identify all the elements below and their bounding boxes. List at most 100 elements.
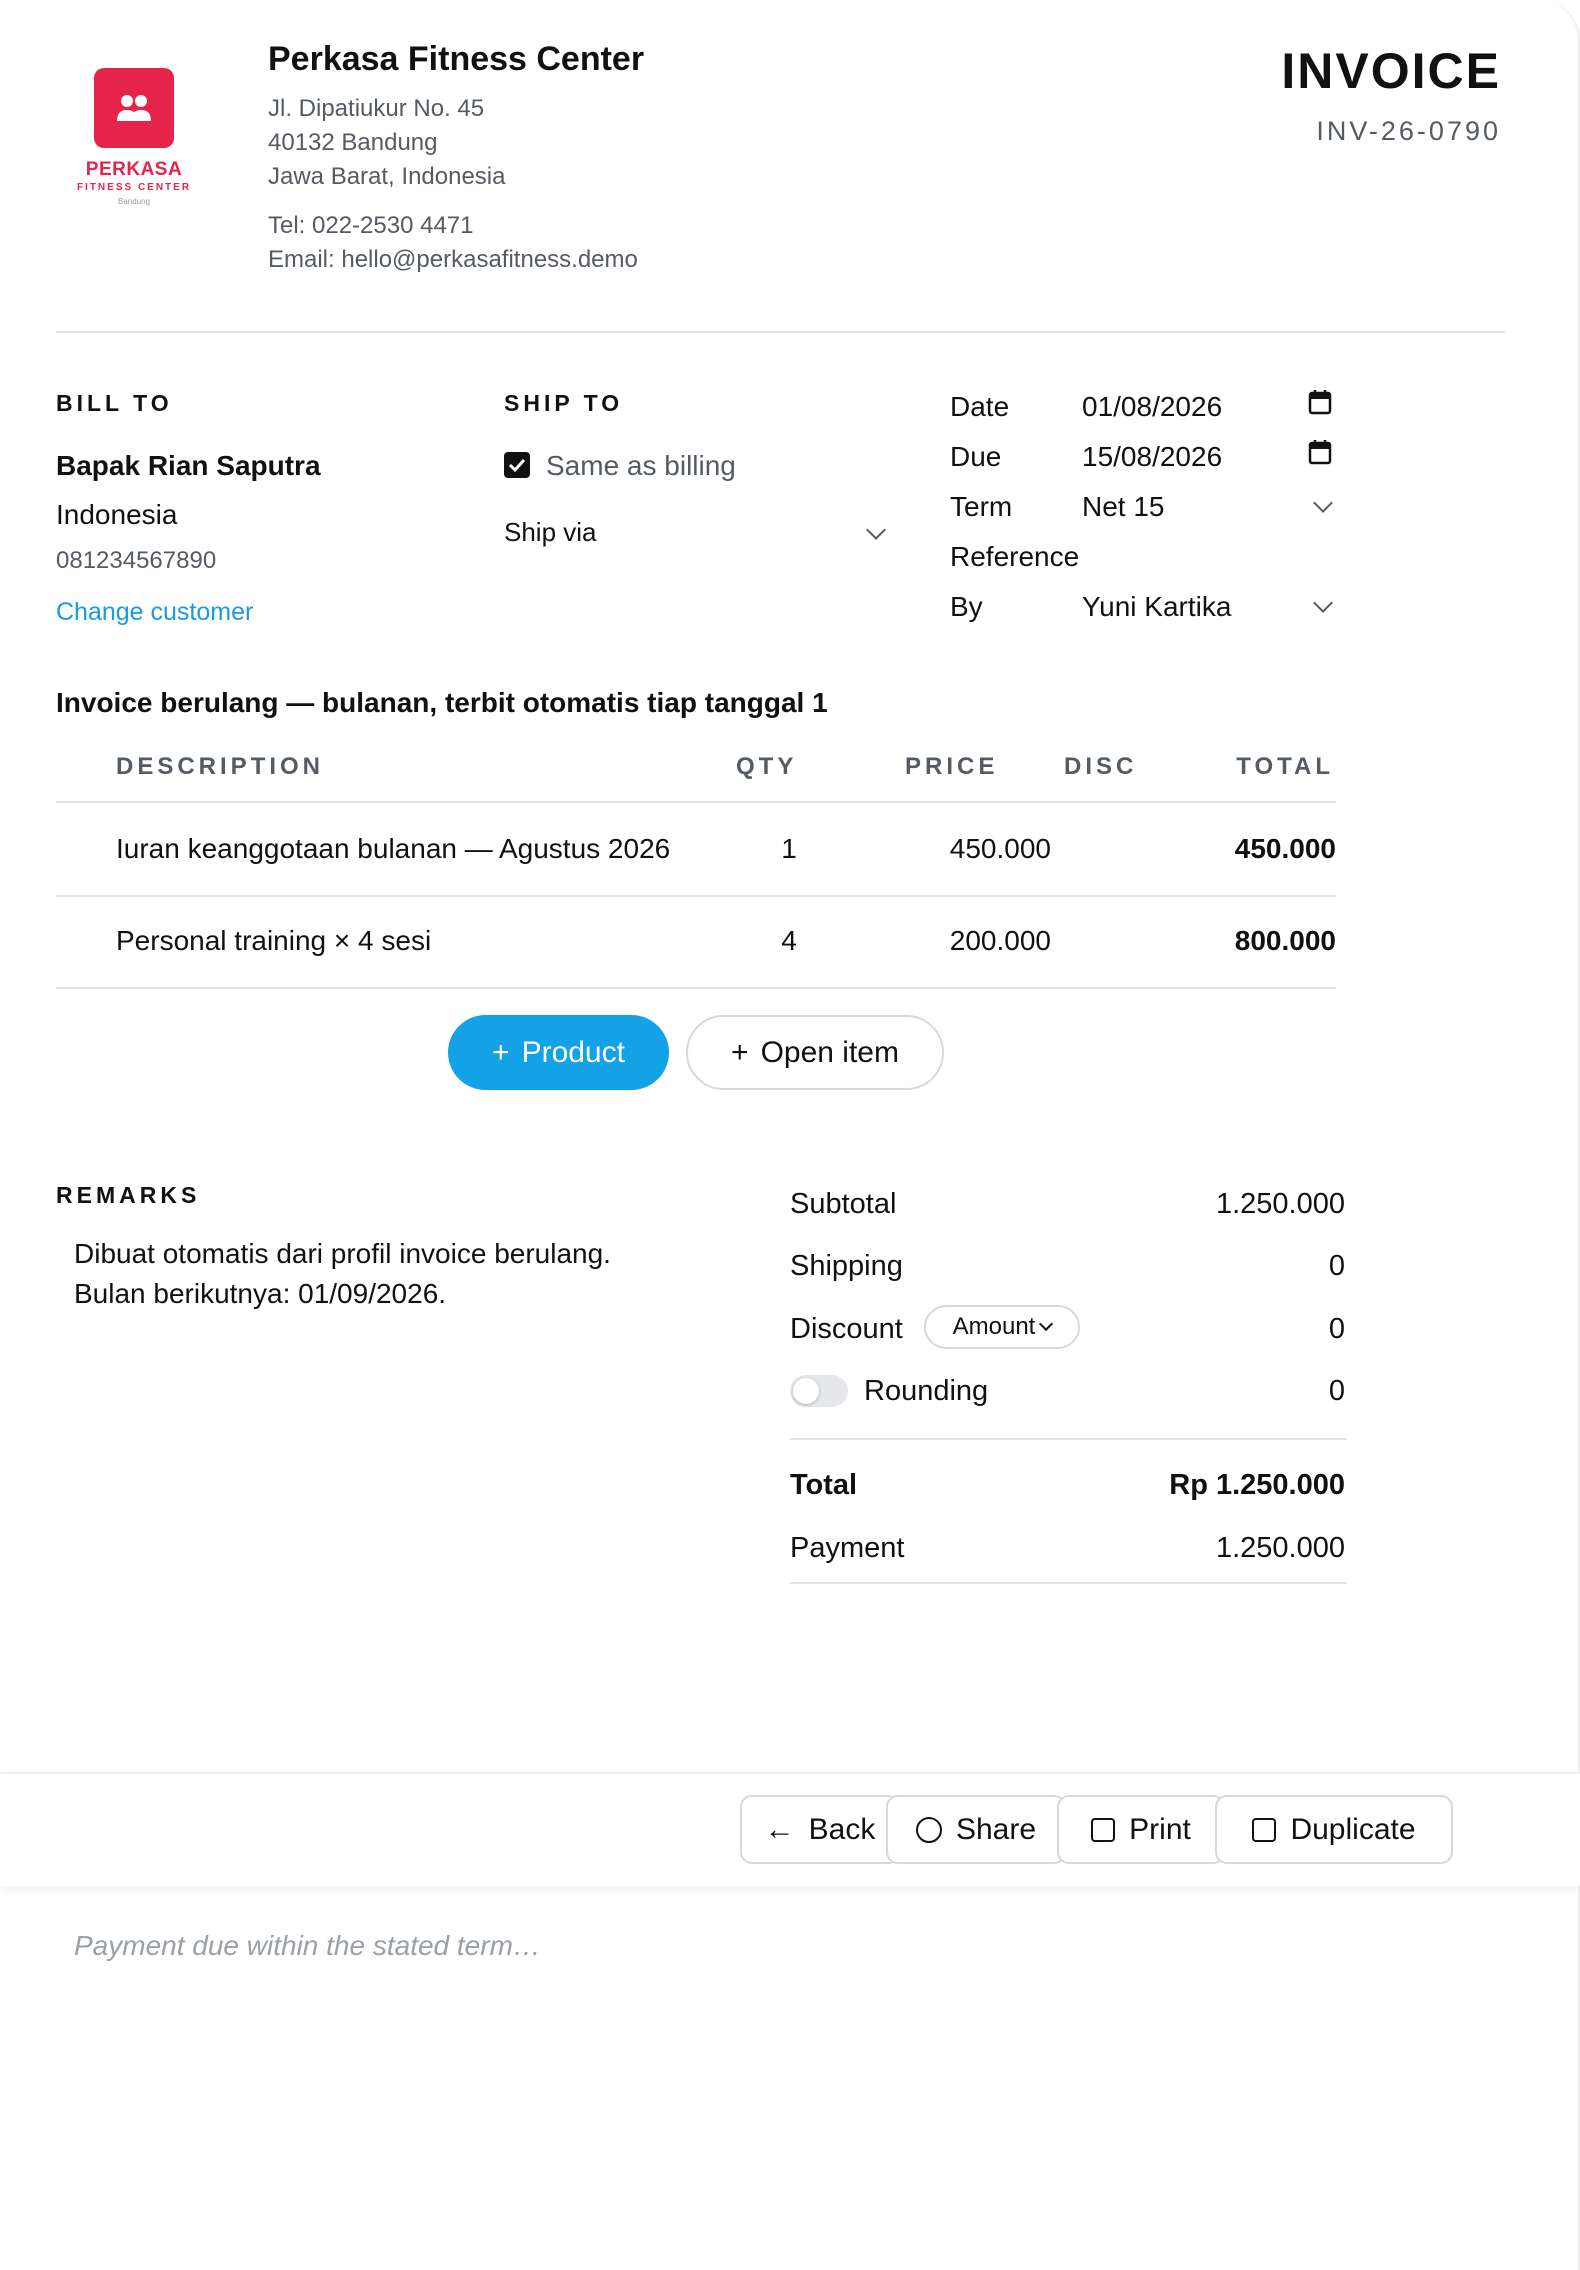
same-as-billing-checkbox[interactable] <box>504 452 530 478</box>
calendar-icon[interactable] <box>1308 389 1332 415</box>
bill-to-label: BILL TO <box>56 390 173 416</box>
duplicate-label: Duplicate <box>1290 1812 1416 1846</box>
customer-name: Bapak Rian Saputra <box>56 450 321 481</box>
total-value: Rp 1.250.000 <box>1169 1469 1345 1501</box>
check-icon <box>508 458 526 472</box>
people-icon <box>117 95 151 121</box>
share-icon <box>915 1816 942 1843</box>
remarks-textarea[interactable]: Dibuat otomatis dari profil invoice beru… <box>64 1226 714 1346</box>
by-select[interactable]: Yuni Kartika <box>1082 588 1338 628</box>
col-description: DESCRIPTION <box>116 753 325 780</box>
total-label: Total <box>790 1469 858 1501</box>
company-tel: Tel: 022-2530 4471 <box>268 212 474 239</box>
print-button[interactable]: Print <box>1057 1795 1225 1864</box>
plus-icon: + <box>731 1035 749 1069</box>
summary-bottom-divider <box>790 1582 1347 1584</box>
recurring-note: Invoice berulang — bulanan, terbit otoma… <box>56 687 828 718</box>
date-value[interactable]: 01/08/2026 <box>1082 391 1222 423</box>
col-disc: DISC <box>1064 753 1138 780</box>
row-total: 450.000 <box>1234 833 1336 864</box>
back-button[interactable]: ← Back <box>740 1795 900 1864</box>
term-select[interactable]: Net 15 <box>1082 488 1338 528</box>
summary-divider <box>790 1438 1347 1440</box>
shipping-input[interactable]: 0 <box>1329 1250 1345 1283</box>
add-product-button[interactable]: + Product <box>448 1015 669 1090</box>
add-product-label: Product <box>521 1035 625 1069</box>
subtotal-label: Subtotal <box>790 1188 897 1220</box>
logo-tagline: FITNESS CENTER <box>76 182 192 193</box>
table-row[interactable]: Iuran keanggotaan bulanan — Agustus 2026… <box>56 803 1336 895</box>
header-divider <box>56 331 1505 333</box>
duplicate-icon <box>1252 1817 1277 1842</box>
add-open-item-label: Open item <box>760 1035 899 1069</box>
payment-note-input[interactable]: Payment due within the stated term… <box>74 1930 541 1962</box>
same-as-billing-label[interactable]: Same as billing <box>546 450 736 482</box>
toggle-knob <box>793 1378 819 1404</box>
print-icon <box>1091 1817 1116 1842</box>
add-open-item-button[interactable]: + Open item <box>686 1015 944 1090</box>
payment-input[interactable]: 1.250.000 <box>1216 1532 1345 1565</box>
chevron-down-icon <box>1313 493 1333 513</box>
ship-via-label: Ship via <box>504 517 597 547</box>
term-value: Net 15 <box>1082 491 1165 522</box>
back-label: Back <box>808 1812 876 1846</box>
discount-input[interactable]: 0 <box>1329 1313 1345 1346</box>
company-email: Email: hello@perkasafitness.demo <box>268 246 638 273</box>
chevron-down-icon <box>1313 593 1333 613</box>
discount-mode-select[interactable]: Amount <box>924 1305 1080 1349</box>
reference-label: Reference <box>950 541 1080 572</box>
calendar-icon[interactable] <box>1308 439 1332 465</box>
plus-icon: + <box>492 1035 510 1069</box>
company-address-line3: Jawa Barat, Indonesia <box>268 163 506 190</box>
discount-label: Discount <box>790 1313 903 1345</box>
col-price: PRICE <box>905 753 999 780</box>
company-logo <box>94 68 174 148</box>
company-name: Perkasa Fitness Center <box>268 40 645 78</box>
change-customer-link[interactable]: Change customer <box>56 598 253 627</box>
invoice-title: INVOICE <box>1281 43 1501 99</box>
customer-country: Indonesia <box>56 499 178 530</box>
duplicate-button[interactable]: Duplicate <box>1215 1795 1453 1864</box>
remarks-line1: Dibuat otomatis dari profil invoice beru… <box>74 1238 611 1269</box>
company-address-line2: 40132 Bandung <box>268 129 438 156</box>
invoice-card: PERKASA FITNESS CENTER Bandung Perkasa F… <box>0 0 1580 2270</box>
row-price: 450.000 <box>949 833 1051 864</box>
reference-input[interactable] <box>1082 541 1338 577</box>
table-row[interactable]: Personal training × 4 sesi 4 200.000 800… <box>56 897 1336 987</box>
chevron-down-icon <box>1039 1316 1054 1332</box>
col-qty: QTY <box>736 753 798 780</box>
share-label: Share <box>955 1812 1037 1846</box>
date-label: Date <box>950 391 1010 422</box>
rounding-toggle[interactable] <box>790 1375 848 1407</box>
row-description: Iuran keanggotaan bulanan — Agustus 2026 <box>116 833 671 864</box>
row-qty: 4 <box>781 925 797 956</box>
remarks-label: REMARKS <box>56 1182 201 1208</box>
row-total: 800.000 <box>1234 925 1336 956</box>
rounding-value: 0 <box>1328 1375 1345 1407</box>
ship-via-select[interactable]: Ship via <box>504 517 889 557</box>
logo-name: PERKASA <box>85 159 183 180</box>
table-bottom-divider <box>56 987 1336 989</box>
arrow-left-icon: ← <box>764 1812 795 1846</box>
ship-to-label: SHIP TO <box>504 390 624 416</box>
chevron-down-icon <box>866 520 886 540</box>
due-value[interactable]: 15/08/2026 <box>1082 441 1222 473</box>
due-label: Due <box>950 441 1002 472</box>
row-price: 200.000 <box>949 925 1051 956</box>
company-address-line1: Jl. Dipatiukur No. 45 <box>268 95 485 122</box>
share-button[interactable]: Share <box>886 1795 1066 1864</box>
by-value: Yuni Kartika <box>1082 591 1232 622</box>
logo-city: Bandung <box>117 197 151 206</box>
by-label: By <box>950 591 983 622</box>
row-qty: 1 <box>781 833 797 864</box>
payment-label: Payment <box>790 1532 905 1564</box>
shipping-label: Shipping <box>790 1250 903 1282</box>
discount-mode-value: Amount <box>952 1313 1036 1340</box>
print-label: Print <box>1129 1812 1191 1846</box>
remarks-line2: Bulan berikutnya: 01/09/2026. <box>74 1278 447 1309</box>
customer-phone: 081234567890 <box>56 547 217 574</box>
col-total: TOTAL <box>1236 753 1334 780</box>
term-label: Term <box>950 491 1013 522</box>
invoice-number: INV-26-0790 <box>1316 116 1501 146</box>
rounding-label: Rounding <box>864 1375 989 1407</box>
